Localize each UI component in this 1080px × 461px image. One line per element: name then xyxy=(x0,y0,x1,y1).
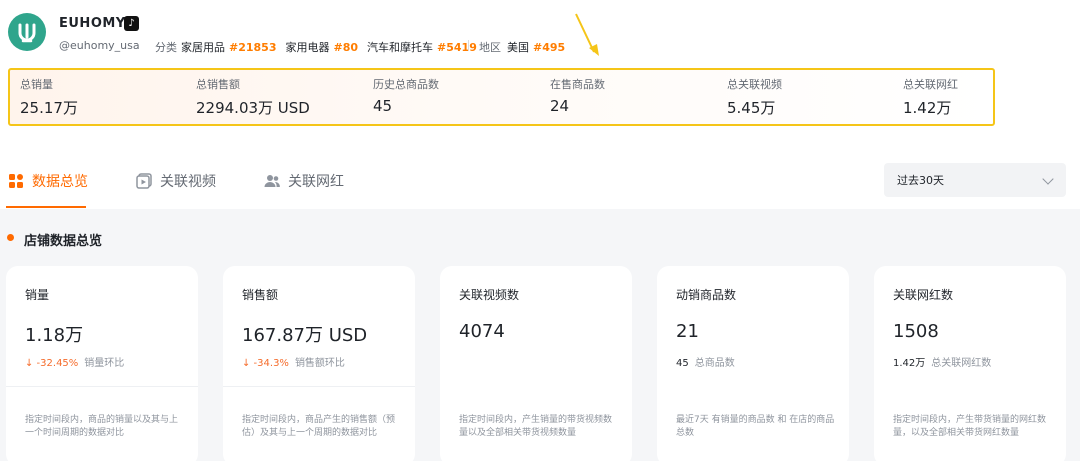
section-dot-icon xyxy=(7,234,14,241)
card-sub: 45 总商品数 xyxy=(676,354,735,369)
category-rank[interactable]: #80 xyxy=(334,41,359,54)
card-description: 指定时间段内，商品产生的销售额（预估）及其与上一个周期的数据对比 xyxy=(242,415,396,438)
stat-value: 25.17万 xyxy=(20,99,78,117)
card-related-influencers: 关联网红数 1508 1.42万 总关联网红数 指定时间段内，产生带货销量的网红数… xyxy=(874,266,1066,461)
category-name: 汽车和摩托车 xyxy=(367,41,434,54)
shop-total-stats: 总销量 25.17万 总销售额 2294.03万 USD 历史总商品数 45 在… xyxy=(8,68,995,126)
stat-value: 45 xyxy=(373,97,393,115)
stat-label: 总关联网红 xyxy=(903,78,958,91)
card-description: 指定时间段内，产生销量的带货视频数量以及全部相关带货视频数量 xyxy=(459,415,613,438)
tiktok-shop-icon[interactable]: ♪ xyxy=(124,16,139,31)
category-name: 家用电器 xyxy=(285,41,330,54)
card-description: 最近7天 有销量的商品数 和 在店的商品总数 xyxy=(676,415,835,438)
stat-label: 总关联视频 xyxy=(727,78,782,91)
tab-data-overview[interactable]: 数据总览 xyxy=(8,171,88,191)
shop-logo-icon xyxy=(18,23,36,43)
card-related-videos: 关联视频数 4074 指定时间段内，产生销量的带货视频数量以及全部相关带货视频数… xyxy=(440,266,632,461)
change-label: 销售额环比 xyxy=(294,358,345,369)
card-description: 指定时间段内，产生带货销量的网红数量，以及全部相关带货网红数量 xyxy=(893,415,1047,438)
card-change: ↓ -32.45% 销量环比 xyxy=(25,354,124,369)
card-divider xyxy=(6,386,198,387)
region-info: 地区 美国 #495 xyxy=(479,39,574,55)
divider xyxy=(468,40,469,51)
active-tab-indicator xyxy=(6,206,86,208)
change-label: 销量环比 xyxy=(84,358,125,369)
card-revenue: 销售额 167.87万 USD ↓ -34.3% 销售额环比 指定时间段内，商品产… xyxy=(223,266,415,461)
category-rank[interactable]: #21853 xyxy=(229,41,277,54)
card-change: ↓ -34.3% 销售额环比 xyxy=(242,354,345,369)
tab-label: 数据总览 xyxy=(32,174,88,190)
stat-value: 24 xyxy=(550,97,570,115)
date-range-select[interactable]: 过去30天 xyxy=(884,163,1066,197)
region-label: 地区 xyxy=(479,41,501,54)
sub-value: 45 xyxy=(676,358,689,369)
sub-value: 1.42万 xyxy=(893,358,926,369)
category-rank[interactable]: #5419 xyxy=(437,41,477,54)
shop-logo xyxy=(8,13,46,51)
shop-header: EUHOMY ♪ @euhomy_usa 分类 家居用品 #21853 家用电器 #8… xyxy=(0,0,1080,66)
shop-name: EUHOMY xyxy=(59,16,126,31)
stat-label: 总销售额 xyxy=(196,78,240,91)
card-label: 销售额 xyxy=(242,288,279,302)
category-name: 家居用品 xyxy=(181,41,225,54)
region-rank[interactable]: #495 xyxy=(533,41,565,54)
card-value: 4074 xyxy=(459,321,505,342)
stat-label: 历史总商品数 xyxy=(373,78,439,91)
annotation-arrow-icon xyxy=(575,13,599,56)
tab-related-influencers[interactable]: 关联网红 xyxy=(264,171,344,191)
grid-icon xyxy=(9,174,23,188)
category-ranks: 家居用品 #21853 家用电器 #80 汽车和摩托车 #5419 xyxy=(181,39,486,55)
users-icon xyxy=(264,175,280,187)
sub-label: 总关联网红数 xyxy=(931,358,992,369)
section-title: 店铺数据总览 xyxy=(24,234,103,249)
card-label: 关联网红数 xyxy=(893,288,954,302)
tab-label: 关联网红 xyxy=(288,174,344,190)
card-divider xyxy=(223,386,415,387)
change-value: ↓ -32.45% xyxy=(25,358,79,369)
stat-value: 5.45万 xyxy=(727,99,776,117)
card-value: 167.87万 USD xyxy=(242,325,368,346)
tab-related-videos[interactable]: 关联视频 xyxy=(136,171,216,191)
video-icon xyxy=(136,173,152,189)
card-value: 1.18万 xyxy=(25,325,84,346)
chevron-down-icon xyxy=(1042,173,1054,185)
category-label: 分类 xyxy=(155,41,177,54)
date-range-value: 过去30天 xyxy=(897,174,944,187)
card-active-products: 动销商品数 21 45 总商品数 最近7天 有销量的商品数 和 在店的商品总数 xyxy=(657,266,849,461)
card-label: 关联视频数 xyxy=(459,288,520,302)
shop-handle: @euhomy_usa xyxy=(59,39,140,52)
change-value: ↓ -34.3% xyxy=(242,358,289,369)
card-description: 指定时间段内，商品的销量以及其与上一个时间周期的数据对比 xyxy=(25,415,179,438)
card-label: 动销商品数 xyxy=(676,288,737,302)
region-name: 美国 xyxy=(507,41,529,54)
card-value: 1508 xyxy=(893,321,939,342)
sub-label: 总商品数 xyxy=(694,358,735,369)
stat-value: 1.42万 xyxy=(903,99,952,117)
overview-panel: 店铺数据总览 销量 1.18万 ↓ -32.45% 销量环比 指定时间段内，商品的… xyxy=(0,209,1080,461)
card-sales: 销量 1.18万 ↓ -32.45% 销量环比 指定时间段内，商品的销量以及其与上… xyxy=(6,266,198,461)
stat-value: 2294.03万 USD xyxy=(196,99,310,117)
card-value: 21 xyxy=(676,321,699,342)
stat-label: 在售商品数 xyxy=(550,78,605,91)
card-sub: 1.42万 总关联网红数 xyxy=(893,354,991,369)
card-label: 销量 xyxy=(25,288,50,302)
stat-label: 总销量 xyxy=(20,78,53,91)
tab-label: 关联视频 xyxy=(160,174,216,190)
